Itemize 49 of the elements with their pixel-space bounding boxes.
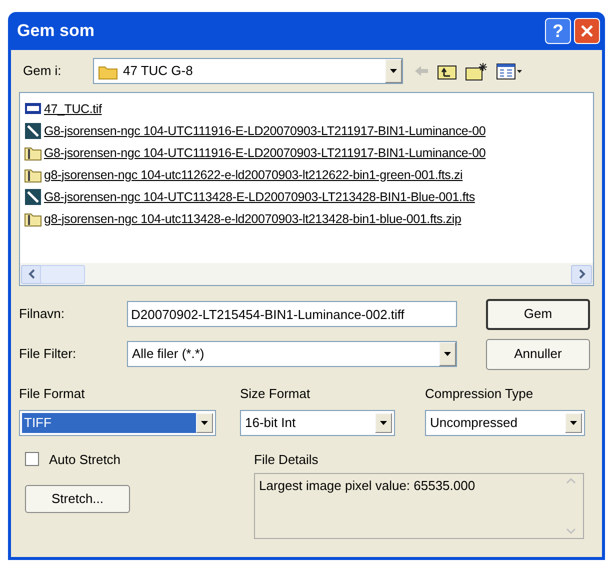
chevron-right-icon [578, 269, 586, 279]
fits-file-icon[interactable] [24, 188, 42, 206]
stretch-button[interactable]: Stretch... [25, 485, 130, 513]
filename-field[interactable]: D20070902-LT215454-BIN1-Luminance-002.tiff [127, 301, 457, 327]
cancel-button[interactable]: Annuller [486, 338, 590, 370]
field-label: Size Format [240, 385, 312, 403]
close-button[interactable] [574, 18, 600, 44]
save-button[interactable]: Gem [486, 298, 590, 330]
caret-icon [200, 420, 209, 426]
caret-icon [443, 351, 452, 357]
details-text: Largest image pixel value: 65535.000 [258, 477, 476, 495]
dropdown-arrow-button[interactable] [375, 412, 392, 432]
window-title: Gem som [17, 20, 94, 42]
file-link[interactable]: G8-jsorensen-ngc 104-UTC111916-E-LD20070903-LT211917-BIN1-Luminance-00 [44, 144, 486, 162]
field-label: File Filter: [19, 345, 78, 364]
filter-dropdown[interactable]: Alle filer (*.*) [127, 341, 457, 367]
caret-icon [389, 68, 398, 74]
field-label: File Format [19, 385, 86, 403]
fits-file-icon[interactable] [24, 122, 42, 140]
file-link[interactable]: G8-jsorensen-ngc 104-UTC111916-E-LD20070903-LT211917-BIN1-Luminance-00 [44, 122, 486, 140]
field-label: Compression Type [425, 385, 534, 403]
format-dropdown[interactable]: Uncompressed [425, 410, 585, 436]
scroll-thumb[interactable] [40, 264, 85, 284]
help-button[interactable]: ? [545, 18, 571, 44]
location-dropdown[interactable]: 47 TUC G-8 [93, 58, 403, 84]
file-link[interactable]: g8-jsorensen-ngc 104-utc113428-e-ld20070903-lt213428-bin1-blue-001.fts.zip [44, 210, 462, 228]
dropdown-arrow-button[interactable] [565, 412, 582, 432]
new-folder-icon[interactable] [465, 62, 488, 80]
dropdown-arrow-button[interactable] [439, 342, 456, 366]
dropdown-arrow-button[interactable] [196, 412, 213, 432]
horizontal-scrollbar[interactable] [20, 263, 593, 285]
field-label: File Details [254, 450, 320, 468]
file-link[interactable]: G8-jsorensen-ngc 104-UTC113428-E-LD20070903-LT213428-BIN1-Blue-001.fts [44, 188, 475, 206]
caret-icon [569, 420, 578, 426]
chevron-left-icon [28, 269, 36, 279]
auto-stretch-checkbox[interactable] [25, 452, 39, 466]
close-icon [580, 24, 594, 38]
checkbox-label: Auto Stretch [49, 450, 121, 468]
file-link[interactable]: 47_TUC.tif [44, 100, 102, 118]
location-label: Gem i: [22, 62, 62, 80]
view-menu-icon[interactable] [496, 62, 523, 80]
format-dropdown[interactable]: 16-bit Int [240, 410, 395, 436]
field-label: Filnavn: [19, 305, 66, 324]
caret-icon [379, 420, 388, 426]
format-dropdown[interactable]: TIFF [19, 410, 216, 436]
scroll-right-button[interactable] [571, 264, 592, 284]
file-link[interactable]: g8-jsorensen-ngc 104-utc112622-e-ld20070903-lt212622-bin1-green-001.fts.zi [44, 166, 463, 184]
dropdown-arrow-button[interactable] [385, 59, 402, 83]
scroll-left-button[interactable] [21, 264, 42, 284]
